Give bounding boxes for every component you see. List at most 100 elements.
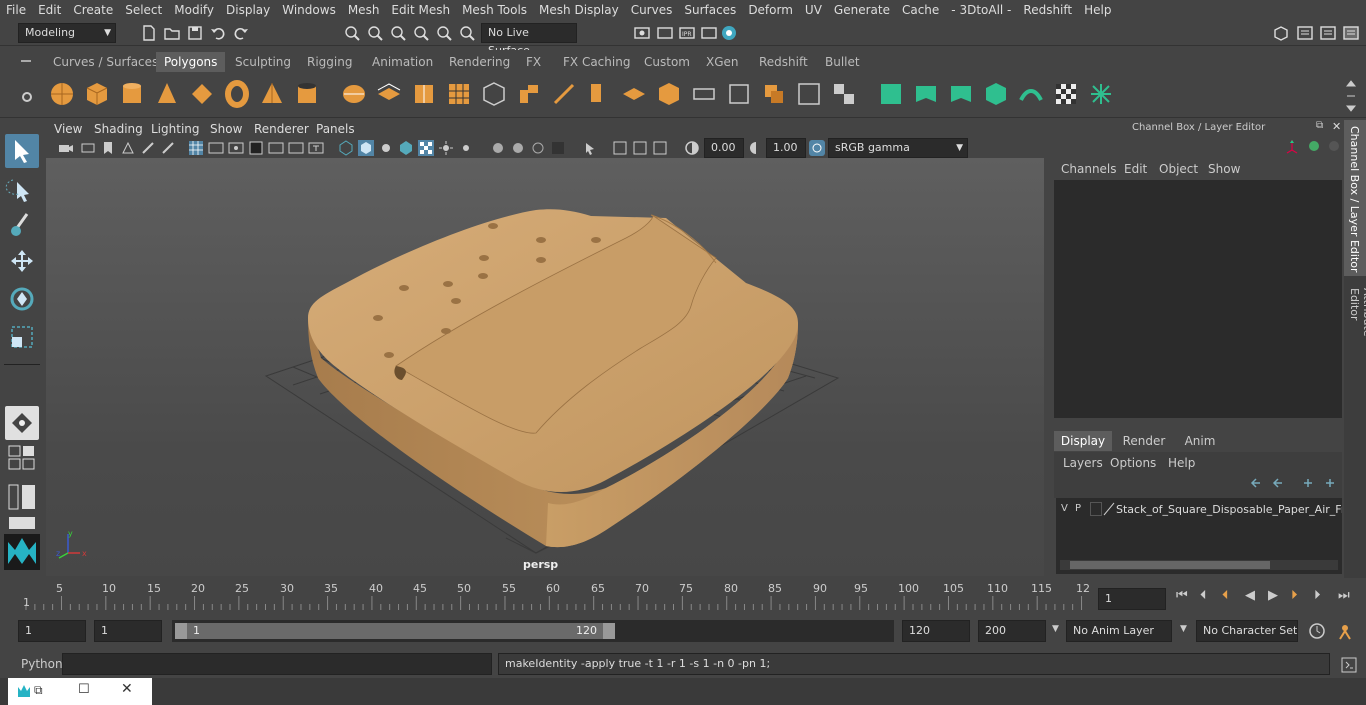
- select-by-component-icon[interactable]: [389, 24, 407, 42]
- live-surface-field[interactable]: No Live Surface: [481, 23, 577, 57]
- render-settings-icon[interactable]: [700, 24, 718, 42]
- exposure-field[interactable]: 0.00: [704, 138, 744, 158]
- close-icon[interactable]: ✕: [1332, 120, 1341, 133]
- play-backwards-icon[interactable]: ◀: [1245, 588, 1255, 603]
- xray-joints-icon[interactable]: [652, 140, 668, 156]
- resolution-gate-icon[interactable]: [228, 140, 244, 156]
- append-polygon-icon[interactable]: [725, 80, 753, 108]
- poly-cube-icon[interactable]: [83, 80, 111, 108]
- toggle-channel-box-icon[interactable]: [1342, 24, 1360, 42]
- layers-menu[interactable]: Layers: [1063, 456, 1103, 470]
- menu-select[interactable]: Select: [119, 3, 168, 17]
- object-menu[interactable]: Object: [1159, 162, 1198, 176]
- step-forward-frame-icon[interactable]: ⏵: [1291, 588, 1298, 603]
- bookmark-icon[interactable]: [100, 140, 116, 156]
- minimized-window[interactable]: ⧉ ☐ ✕: [8, 678, 152, 705]
- menu-curves[interactable]: Curves: [625, 3, 679, 17]
- menu-mesh-tools[interactable]: Mesh Tools: [456, 3, 533, 17]
- snap-to-grid-icon[interactable]: [412, 24, 430, 42]
- camera-attributes-icon[interactable]: [80, 140, 96, 156]
- new-layer-icon[interactable]: [1300, 476, 1316, 490]
- delete-edge-icon[interactable]: [795, 80, 823, 108]
- graph-layout-icon[interactable]: [8, 516, 36, 530]
- menu-redshift[interactable]: Redshift: [1017, 3, 1078, 17]
- menu-3dtoall[interactable]: - 3DtoAll -: [945, 3, 1017, 17]
- layer-color-icon[interactable]: [1102, 502, 1116, 516]
- channel-dot-icon[interactable]: [1306, 138, 1322, 154]
- screen-space-ao-icon[interactable]: [490, 140, 506, 156]
- viewport-menu-panels[interactable]: Panels: [316, 122, 355, 136]
- command-input[interactable]: [62, 653, 492, 675]
- paint-select-tool[interactable]: [5, 208, 39, 242]
- bridge-icon[interactable]: [445, 80, 473, 108]
- insert-edge-loop-icon[interactable]: [620, 80, 648, 108]
- script-editor-icon[interactable]: [1340, 656, 1358, 674]
- current-frame-field[interactable]: 1: [1098, 588, 1166, 610]
- snap-to-curve-icon[interactable]: [435, 24, 453, 42]
- layer-row[interactable]: V P Stack_of_Square_Disposable_Paper_Air…: [1056, 500, 1342, 520]
- separate-icon[interactable]: [375, 80, 403, 108]
- 2d-pan-zoom-icon[interactable]: [160, 140, 176, 156]
- undo-icon[interactable]: [209, 24, 227, 42]
- step-back-frame-icon[interactable]: ⏴: [1222, 588, 1229, 603]
- safe-action-icon[interactable]: [288, 140, 304, 156]
- textured-icon[interactable]: [418, 140, 434, 156]
- unfold-icon[interactable]: [1017, 80, 1045, 108]
- channel-dot2-icon[interactable]: [1326, 138, 1342, 154]
- animation-start-field[interactable]: 1: [18, 620, 86, 642]
- color-space-select[interactable]: sRGB gamma ▼: [828, 138, 968, 158]
- menu-mesh[interactable]: Mesh: [342, 3, 386, 17]
- menu-surfaces[interactable]: Surfaces: [678, 3, 742, 17]
- chevron-down-icon[interactable]: ▼: [1180, 624, 1187, 634]
- exposure-icon[interactable]: [684, 140, 700, 156]
- xray-active-icon[interactable]: [632, 140, 648, 156]
- tab-attribute-editor[interactable]: Attribute Editor: [1344, 282, 1366, 372]
- multisample-aa-icon[interactable]: [530, 140, 546, 156]
- outliner-layout-icon[interactable]: [8, 484, 36, 510]
- gear-icon[interactable]: [20, 90, 34, 104]
- layer-scrollbar[interactable]: [1060, 560, 1338, 570]
- play-forwards-icon[interactable]: ▶: [1268, 588, 1278, 603]
- viewport-menu-show[interactable]: Show: [210, 122, 242, 136]
- menu-display[interactable]: Display: [220, 3, 276, 17]
- snap-to-point-icon[interactable]: [458, 24, 476, 42]
- use-all-lights-icon[interactable]: [438, 140, 454, 156]
- tab-xgen[interactable]: XGen: [698, 52, 747, 72]
- edit-menu[interactable]: Edit: [1124, 162, 1147, 176]
- lasso-tool[interactable]: [5, 172, 39, 206]
- color-management-icon[interactable]: [809, 140, 825, 156]
- menu-file[interactable]: File: [0, 3, 32, 17]
- range-end-handle[interactable]: [603, 623, 615, 639]
- checker-icon[interactable]: [1052, 80, 1080, 108]
- automatic-map-icon[interactable]: [982, 80, 1010, 108]
- menu-modify[interactable]: Modify: [168, 3, 220, 17]
- extrude-icon[interactable]: [410, 80, 438, 108]
- time-ruler[interactable]: 1 5 10 15 20 25 30 35 40 45 50 55 60 65 …: [18, 580, 1090, 612]
- animation-preferences-icon[interactable]: [1336, 622, 1354, 640]
- toggle-attribute-editor-icon[interactable]: [1296, 24, 1314, 42]
- combine-icon[interactable]: [340, 80, 368, 108]
- motion-blur-icon[interactable]: [510, 140, 526, 156]
- poly-cone-icon[interactable]: [153, 80, 181, 108]
- move-layer-down-icon[interactable]: [1272, 476, 1288, 490]
- range-start-handle[interactable]: [175, 623, 187, 639]
- maximize-icon[interactable]: ☐: [78, 682, 90, 697]
- poly-sphere-icon[interactable]: [48, 80, 76, 108]
- move-tool[interactable]: [5, 244, 39, 278]
- menu-help[interactable]: Help: [1078, 3, 1117, 17]
- anim-layer-select[interactable]: No Anim Layer: [1066, 620, 1172, 642]
- fill-hole-icon[interactable]: [690, 80, 718, 108]
- shadows-icon[interactable]: [458, 140, 474, 156]
- select-by-hierarchy-icon[interactable]: [343, 24, 361, 42]
- layer-visibility-toggle[interactable]: V: [1061, 503, 1068, 514]
- menu-generate[interactable]: Generate: [828, 3, 896, 17]
- render-view-icon[interactable]: [633, 24, 651, 42]
- restore-icon[interactable]: ⧉: [34, 683, 43, 698]
- mode-selector[interactable]: Modeling ▼: [18, 23, 116, 43]
- safe-title-icon[interactable]: [308, 140, 324, 156]
- tab-polygons[interactable]: Polygons: [156, 52, 226, 72]
- hypershade-icon[interactable]: [720, 24, 738, 42]
- render-frame-icon[interactable]: [656, 24, 674, 42]
- float-panel-icon[interactable]: ⧉: [1316, 120, 1323, 131]
- image-plane-icon[interactable]: [120, 140, 136, 156]
